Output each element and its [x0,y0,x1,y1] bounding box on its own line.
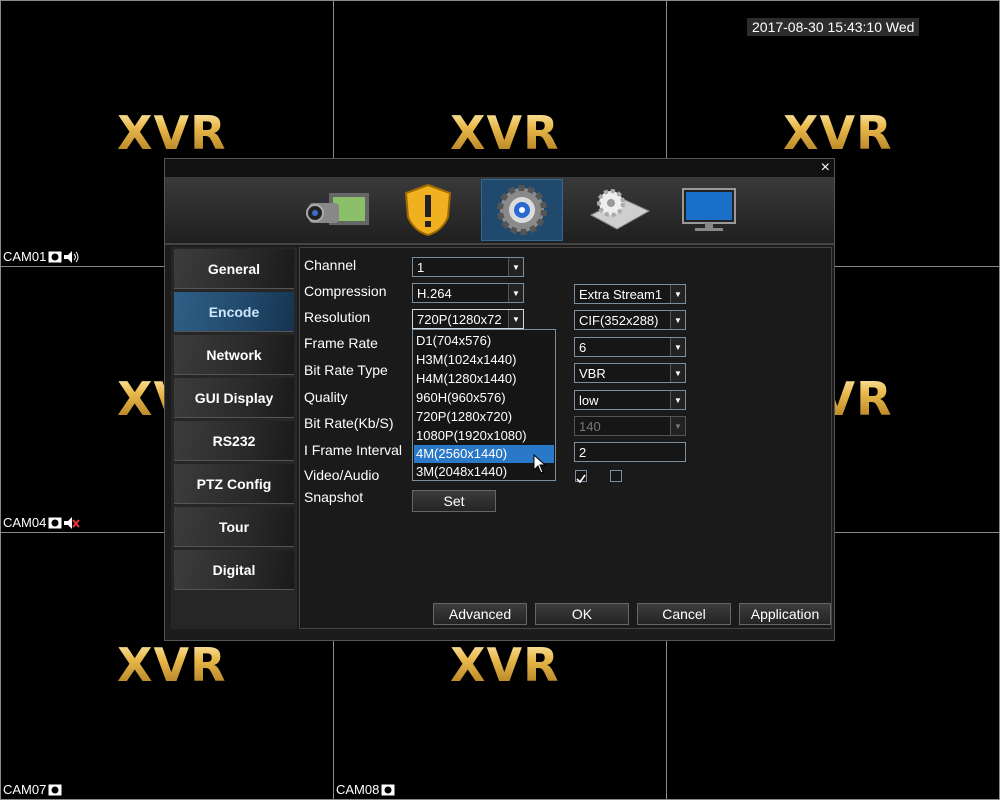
audio-muted-icon [64,516,81,529]
stream-value: Extra Stream1 [579,287,663,302]
sidebar-item-digital[interactable]: Digital [174,550,294,590]
camera-name: CAM04 [3,515,47,530]
advanced-settings-icon[interactable] [577,179,659,241]
compression-value: H.264 [417,286,452,301]
encode-panel: Channel Compression Resolution Frame Rat… [299,247,832,629]
xvr-logo: XVR [450,106,560,160]
resolution-option[interactable]: 960H(960x576) [414,389,554,407]
system-gear-icon[interactable] [481,179,563,241]
record-icon [48,517,62,528]
settings-sidebar: General Encode Network GUI Display RS232… [171,247,297,629]
extra-bit-rate-value: 140 [579,419,601,434]
resolution-option[interactable]: H4M(1280x1440) [414,370,554,388]
camera-label: CAM01 [3,249,80,264]
extra-iframe-input[interactable]: 2 [574,442,686,462]
resolution-option[interactable]: H3M(1024x1440) [414,351,554,369]
resolution-label: Resolution [304,309,371,325]
camera-name: CAM07 [3,782,47,797]
top-icon-bar [165,177,834,245]
extra-video-checkbox[interactable] [575,470,587,484]
resolution-dropdown-list: D1(704x576) H3M(1024x1440) H4M(1280x1440… [412,329,556,481]
camera-name: CAM08 [336,782,380,797]
dialog-titlebar: × [165,159,834,177]
channel-value: 1 [417,260,425,275]
extra-bit-rate-type-value: VBR [579,366,606,381]
sidebar-item-network[interactable]: Network [174,335,294,375]
extra-frame-rate-select[interactable]: 6 ▼ [574,337,686,357]
resolution-option[interactable]: 1080P(1920x1080) [414,427,554,445]
chevron-down-icon: ▼ [508,310,523,328]
record-icon [48,784,62,795]
system-clock: 2017-08-30 15:43:10 Wed [747,18,920,36]
sidebar-item-ptz-config[interactable]: PTZ Config [174,464,294,504]
xvr-logo: XVR [783,106,893,160]
ok-button[interactable]: OK [535,603,629,625]
camera-label: CAM08 [336,782,395,797]
snapshot-set-button[interactable]: Set [412,490,496,512]
xvr-logo: XVR [117,638,227,692]
chevron-down-icon: ▼ [670,311,685,329]
alarm-shield-icon[interactable] [387,179,469,241]
chevron-down-icon: ▼ [670,391,685,409]
chevron-down-icon: ▼ [508,284,523,302]
sidebar-item-tour[interactable]: Tour [174,507,294,547]
application-button[interactable]: Application [739,603,831,625]
resolution-select[interactable]: 720P(1280x72 ▼ [412,309,524,329]
checkmark-icon [576,474,586,484]
extra-quality-value: low [579,393,599,408]
quality-label: Quality [304,389,348,405]
extra-frame-rate-value: 6 [579,340,587,355]
channel-select[interactable]: 1 ▼ [412,257,524,277]
chevron-down-icon: ▼ [670,417,685,435]
resolution-option[interactable]: 720P(1280x720) [414,408,554,426]
iframe-interval-label: I Frame Interval [304,442,403,458]
chevron-down-icon: ▼ [670,364,685,382]
extra-bit-rate-type-select[interactable]: VBR ▼ [574,363,686,383]
camera-label: CAM04 [3,515,81,530]
encode-settings-dialog: × General Encode Network GUI Display RS2… [164,158,835,641]
channel-label: Channel [304,257,357,273]
mouse-cursor-icon [533,454,547,474]
audio-icon [64,250,79,263]
xvr-logo: XVR [450,638,560,692]
bit-rate-type-label: Bit Rate Type [304,362,388,378]
record-icon [48,251,62,262]
extra-quality-select[interactable]: low ▼ [574,390,686,410]
sidebar-item-gui-display[interactable]: GUI Display [174,378,294,418]
resolution-value: 720P(1280x72 [417,312,502,327]
advanced-button[interactable]: Advanced [433,603,527,625]
frame-rate-label: Frame Rate [304,335,378,351]
stream-select[interactable]: Extra Stream1 ▼ [574,284,686,304]
sidebar-item-encode[interactable]: Encode [174,292,294,332]
camera-label: CAM07 [3,782,62,797]
bit-rate-label: Bit Rate(Kb/S) [304,415,394,431]
monitor-icon[interactable] [669,179,751,241]
chevron-down-icon: ▼ [670,338,685,356]
snapshot-label: Snapshot [304,489,364,505]
extra-resolution-select[interactable]: CIF(352x288) ▼ [574,310,686,330]
extra-audio-checkbox[interactable] [610,470,622,482]
extra-resolution-value: CIF(352x288) [579,313,659,328]
camera-name: CAM01 [3,249,47,264]
record-icon [381,784,395,795]
record-camera-icon[interactable] [297,179,379,241]
close-icon[interactable]: × [821,159,830,177]
compression-label: Compression [304,283,387,299]
chevron-down-icon: ▼ [670,285,685,303]
sidebar-item-rs232[interactable]: RS232 [174,421,294,461]
extra-bit-rate-select[interactable]: 140 ▼ [574,416,686,436]
sidebar-item-general[interactable]: General [174,249,294,289]
video-audio-label: Video/Audio [304,467,380,483]
chevron-down-icon: ▼ [508,258,523,276]
resolution-option[interactable]: D1(704x576) [414,332,554,350]
compression-select[interactable]: H.264 ▼ [412,283,524,303]
cancel-button[interactable]: Cancel [637,603,731,625]
xvr-logo: XVR [117,106,227,160]
